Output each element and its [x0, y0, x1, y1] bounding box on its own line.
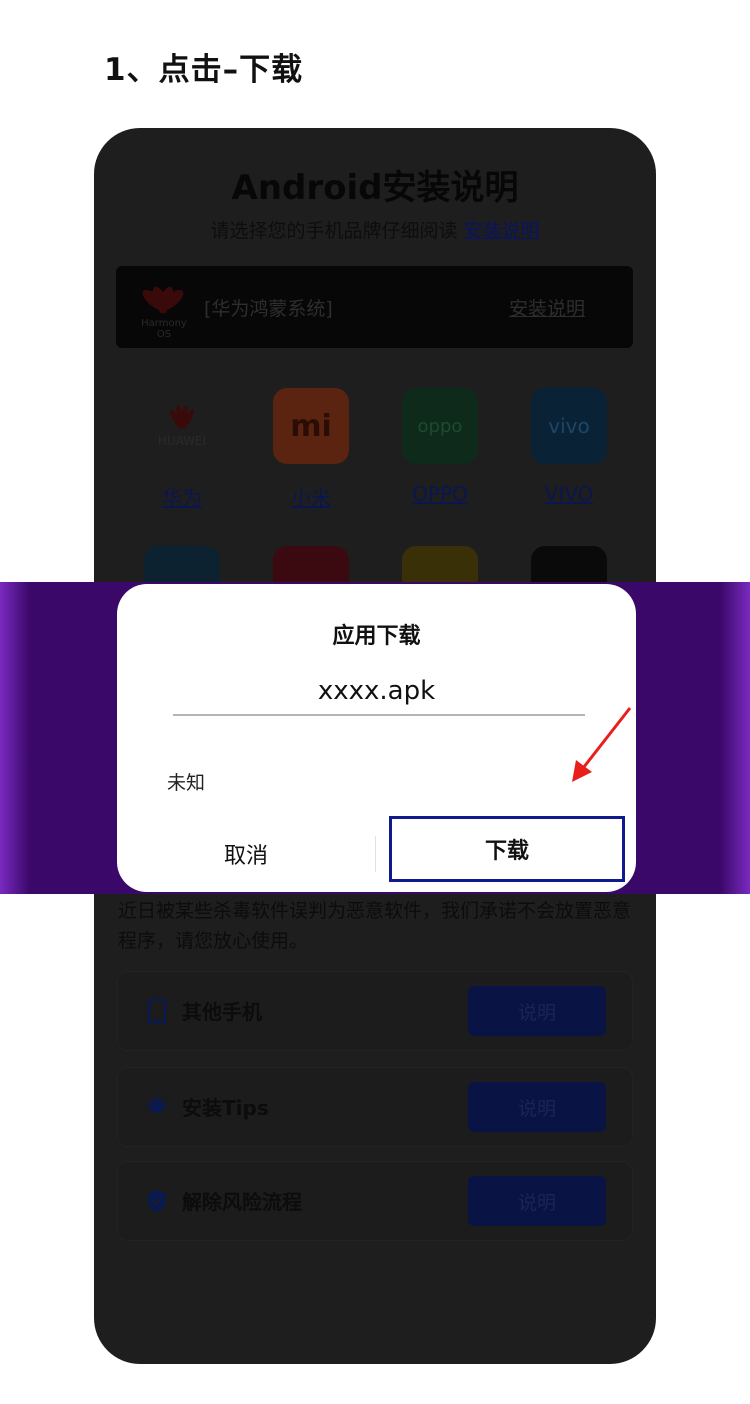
oppo-logo-icon: oppo: [402, 388, 478, 464]
harmony-install-guide-link[interactable]: 安装说明: [509, 294, 585, 321]
brand-label: 华为: [162, 486, 202, 510]
notice-text: 近日被某些杀毒软件误判为恶意软件，我们承诺不会放置恶意程序，请您放心使用。: [118, 900, 632, 952]
xiaomi-logo-icon: mi: [273, 388, 349, 464]
explain-button[interactable]: 说明: [468, 1176, 606, 1226]
filename-underline: [173, 714, 585, 716]
page-title: Android安装说明: [231, 168, 519, 208]
filename-field[interactable]: xxxx.apk: [117, 676, 636, 706]
brand-xiaomi[interactable]: mi 小米: [273, 388, 349, 511]
subtitle-text: 请选择您的手机品牌仔细阅读: [210, 220, 458, 242]
explain-button[interactable]: 说明: [468, 1082, 606, 1132]
brand-oppo[interactable]: oppo OPPO: [402, 388, 478, 506]
card-remove-risk[interactable]: 解除风险流程 说明: [118, 1162, 632, 1240]
harmony-os-banner[interactable]: Harmony OS [华为鸿蒙系统] 安装说明: [116, 266, 633, 348]
button-divider: [375, 836, 376, 872]
card-install-tips[interactable]: 安装Tips 说明: [118, 1068, 632, 1146]
dialog-title: 应用下载: [332, 624, 421, 649]
page-subtitle: 请选择您的手机品牌仔细阅读 安装说明: [94, 216, 656, 243]
phone-icon: [147, 998, 167, 1024]
file-size-text: 未知: [167, 772, 206, 794]
step-title: 1、点击–下载: [104, 52, 304, 88]
brand-huawei[interactable]: HUAWEI 华为: [144, 388, 220, 511]
harmony-os-logo-icon: Harmony OS: [134, 278, 194, 340]
card-label: 其他手机: [182, 1000, 262, 1024]
download-dialog: 应用下载 xxxx.apk 未知 取消 下载: [117, 584, 636, 892]
harmony-os-name: [华为鸿蒙系统]: [204, 298, 333, 320]
vivo-logo-icon: vivo: [531, 388, 607, 464]
shield-check-icon: [148, 1190, 166, 1212]
download-button[interactable]: 下载: [389, 816, 625, 882]
brand-label: OPPO: [412, 482, 468, 506]
explain-button[interactable]: 说明: [468, 986, 606, 1036]
cancel-button[interactable]: 取消: [117, 816, 375, 892]
red-arrow-icon: [572, 707, 632, 782]
brand-label: 小米: [291, 486, 331, 510]
brand-vivo[interactable]: vivo VIVO: [531, 388, 607, 506]
lightbulb-icon: [146, 1094, 168, 1113]
brand-label: VIVO: [544, 482, 594, 506]
card-label: 安装Tips: [182, 1096, 269, 1120]
huawei-logo-icon: HUAWEI: [144, 388, 220, 464]
harmony-os-logo-text: Harmony OS: [141, 318, 187, 340]
card-label: 解除风险流程: [182, 1190, 302, 1214]
card-other-phones[interactable]: 其他手机 说明: [118, 972, 632, 1050]
install-guide-link[interactable]: 安装说明: [464, 220, 540, 242]
